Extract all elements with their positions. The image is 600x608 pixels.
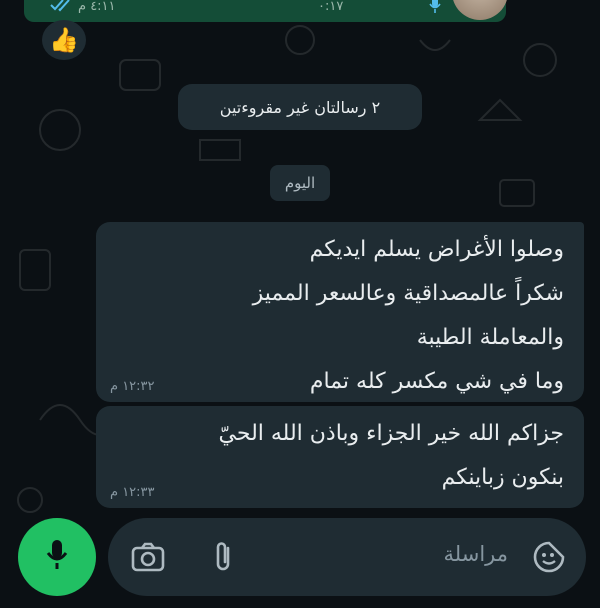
message-time: ١٢:٣٣ م [110,485,155,500]
paperclip-icon[interactable] [212,540,236,578]
message-line: بنكون زباينكم [441,465,564,490]
reaction-badge[interactable]: 👍 [42,20,86,60]
read-ticks-icon [50,0,74,16]
unread-messages-banner: ٢ رسالتان غير مقروءتين [178,84,422,130]
incoming-message[interactable]: وصلوا الأغراض يسلم ايديكم شكراً عالمصداق… [96,222,584,402]
message-line: وما في شي مكسر كله تمام [309,369,564,394]
message-time: ٤:١١ م [78,0,116,14]
thumbs-up-icon: 👍 [49,26,79,54]
microphone-icon [44,538,70,576]
incoming-message[interactable]: جزاكم الله خير الجزاء وباذن الله الحيّ ب… [96,406,584,508]
avatar [452,0,508,20]
voice-duration: ٠:١٧ [318,0,344,14]
message-time: ١٢:٣٢ م [110,379,155,394]
previous-voice-message[interactable]: ٤:١١ م ٠:١٧ [24,0,508,22]
message-line: جزاكم الله خير الجزاء وباذن الله الحيّ [218,421,564,446]
message-composer[interactable]: مراسلة [108,518,586,596]
date-separator: اليوم [270,165,330,201]
message-line: وصلوا الأغراض يسلم ايديكم [309,237,564,262]
message-input[interactable]: مراسلة [444,542,508,566]
camera-icon[interactable] [130,540,166,578]
message-line: والمعاملة الطيبة [416,325,564,350]
emoji-sticker-icon[interactable] [532,540,566,578]
voice-mic-icon [428,0,442,18]
message-line: شكراً عالمصداقية وعالسعر المميز [252,281,564,306]
voice-record-button[interactable] [18,518,96,596]
